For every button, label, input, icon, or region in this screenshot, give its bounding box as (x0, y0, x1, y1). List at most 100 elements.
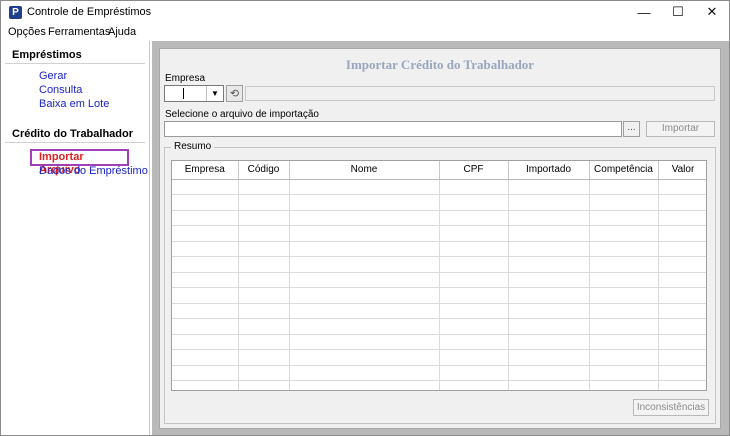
table-row[interactable] (172, 365, 706, 381)
table-cell (439, 241, 509, 257)
table-cell (439, 194, 509, 211)
table-cell (589, 179, 659, 195)
table-cell (658, 194, 706, 211)
browse-button[interactable]: ... (623, 121, 640, 137)
table-cell (589, 210, 659, 226)
file-label: Selecione o arquivo de importação (165, 109, 319, 120)
table-cell (439, 256, 509, 273)
sidebar-item-consulta[interactable]: Consulta (39, 84, 82, 96)
table-cell (589, 349, 659, 366)
sidebar-item-importar-arquivo[interactable]: Importar Arquivo (30, 149, 129, 176)
table-cell (172, 210, 239, 226)
table-cell (658, 179, 706, 195)
table-cell (289, 318, 440, 335)
table-cell (238, 194, 290, 211)
file-path-input[interactable] (164, 121, 622, 137)
menu-opcoes[interactable]: Opções (8, 26, 46, 38)
table-cell (238, 318, 290, 335)
table-row[interactable] (172, 179, 706, 195)
maximize-button[interactable]: ☐ (661, 1, 695, 23)
column-header-competencia[interactable]: Competência (589, 161, 659, 180)
table-cell (238, 349, 290, 366)
table-row[interactable] (172, 318, 706, 335)
table-row[interactable] (172, 287, 706, 304)
table-cell (658, 318, 706, 335)
window-title: Controle de Empréstimos (27, 6, 152, 18)
refresh-icon[interactable]: ⟲ (226, 85, 243, 102)
sidebar-item-baixa-em-lote[interactable]: Baixa em Lote (39, 98, 109, 110)
table-row[interactable] (172, 241, 706, 257)
table-cell (589, 287, 659, 304)
table-cell (172, 334, 239, 350)
table-cell (658, 303, 706, 319)
empresa-label: Empresa (165, 73, 206, 84)
inconsistencias-button[interactable]: Inconsistências (633, 399, 709, 416)
table-cell (508, 256, 590, 273)
table-row[interactable] (172, 380, 706, 390)
table-cell (172, 194, 239, 211)
column-header-empresa[interactable]: Empresa (172, 161, 239, 180)
sidebar-item-dados-emprestimo[interactable]: Dados do Empréstimo (39, 165, 148, 177)
sidebar-divider (5, 142, 145, 143)
table-row[interactable] (172, 303, 706, 319)
content-area: Importar Crédito do Trabalhador Empresa … (152, 41, 729, 435)
table-cell (172, 179, 239, 195)
table-cell (589, 256, 659, 273)
summary-table[interactable]: Empresa Código Nome CPF Importado Compet… (171, 160, 707, 391)
close-button[interactable]: ✕ (695, 1, 729, 23)
table-cell (508, 318, 590, 335)
table-cell (589, 334, 659, 350)
table-cell (238, 272, 290, 288)
table-cell (172, 287, 239, 304)
sidebar: Empréstimos Gerar Consulta Baixa em Lote… (1, 41, 150, 435)
table-row[interactable] (172, 210, 706, 226)
table-row[interactable] (172, 334, 706, 350)
table-row[interactable] (172, 194, 706, 211)
column-header-cpf[interactable]: CPF (439, 161, 509, 180)
column-header-codigo[interactable]: Código (238, 161, 290, 180)
sidebar-item-gerar[interactable]: Gerar (39, 70, 67, 82)
table-cell (439, 365, 509, 381)
table-cell (439, 287, 509, 304)
main-window: P Controle de Empréstimos — ☐ ✕ Opções F… (0, 0, 730, 436)
minimize-button[interactable]: — (627, 1, 661, 23)
column-header-valor[interactable]: Valor (658, 161, 706, 180)
table-row[interactable] (172, 256, 706, 273)
table-cell (172, 241, 239, 257)
table-row[interactable] (172, 225, 706, 242)
text-caret (183, 88, 184, 99)
table-cell (289, 303, 440, 319)
import-panel: Importar Crédito do Trabalhador Empresa … (159, 48, 721, 429)
table-cell (172, 272, 239, 288)
table-cell (508, 179, 590, 195)
table-cell (658, 272, 706, 288)
empresa-combobox[interactable]: ▼ (164, 85, 224, 102)
column-header-importado[interactable]: Importado (508, 161, 590, 180)
sidebar-divider (5, 63, 145, 64)
import-button[interactable]: Importar (646, 121, 715, 137)
app-icon: P (9, 6, 22, 19)
table-cell (289, 365, 440, 381)
chevron-down-icon[interactable]: ▼ (206, 86, 223, 101)
table-cell (589, 241, 659, 257)
menu-ajuda[interactable]: Ajuda (108, 26, 136, 38)
table-cell (439, 272, 509, 288)
table-cell (439, 210, 509, 226)
column-header-nome[interactable]: Nome (289, 161, 440, 180)
table-cell (508, 210, 590, 226)
table-cell (289, 210, 440, 226)
table-row[interactable] (172, 272, 706, 288)
menu-ferramentas[interactable]: Ferramentas (48, 26, 110, 38)
table-cell (658, 334, 706, 350)
table-cell (172, 303, 239, 319)
table-cell (238, 210, 290, 226)
table-cell (289, 241, 440, 257)
table-cell (589, 194, 659, 211)
table-cell (658, 241, 706, 257)
table-row[interactable] (172, 349, 706, 366)
table-cell (238, 256, 290, 273)
table-cell (508, 303, 590, 319)
table-cell (508, 194, 590, 211)
table-cell (238, 241, 290, 257)
table-cell (658, 225, 706, 242)
